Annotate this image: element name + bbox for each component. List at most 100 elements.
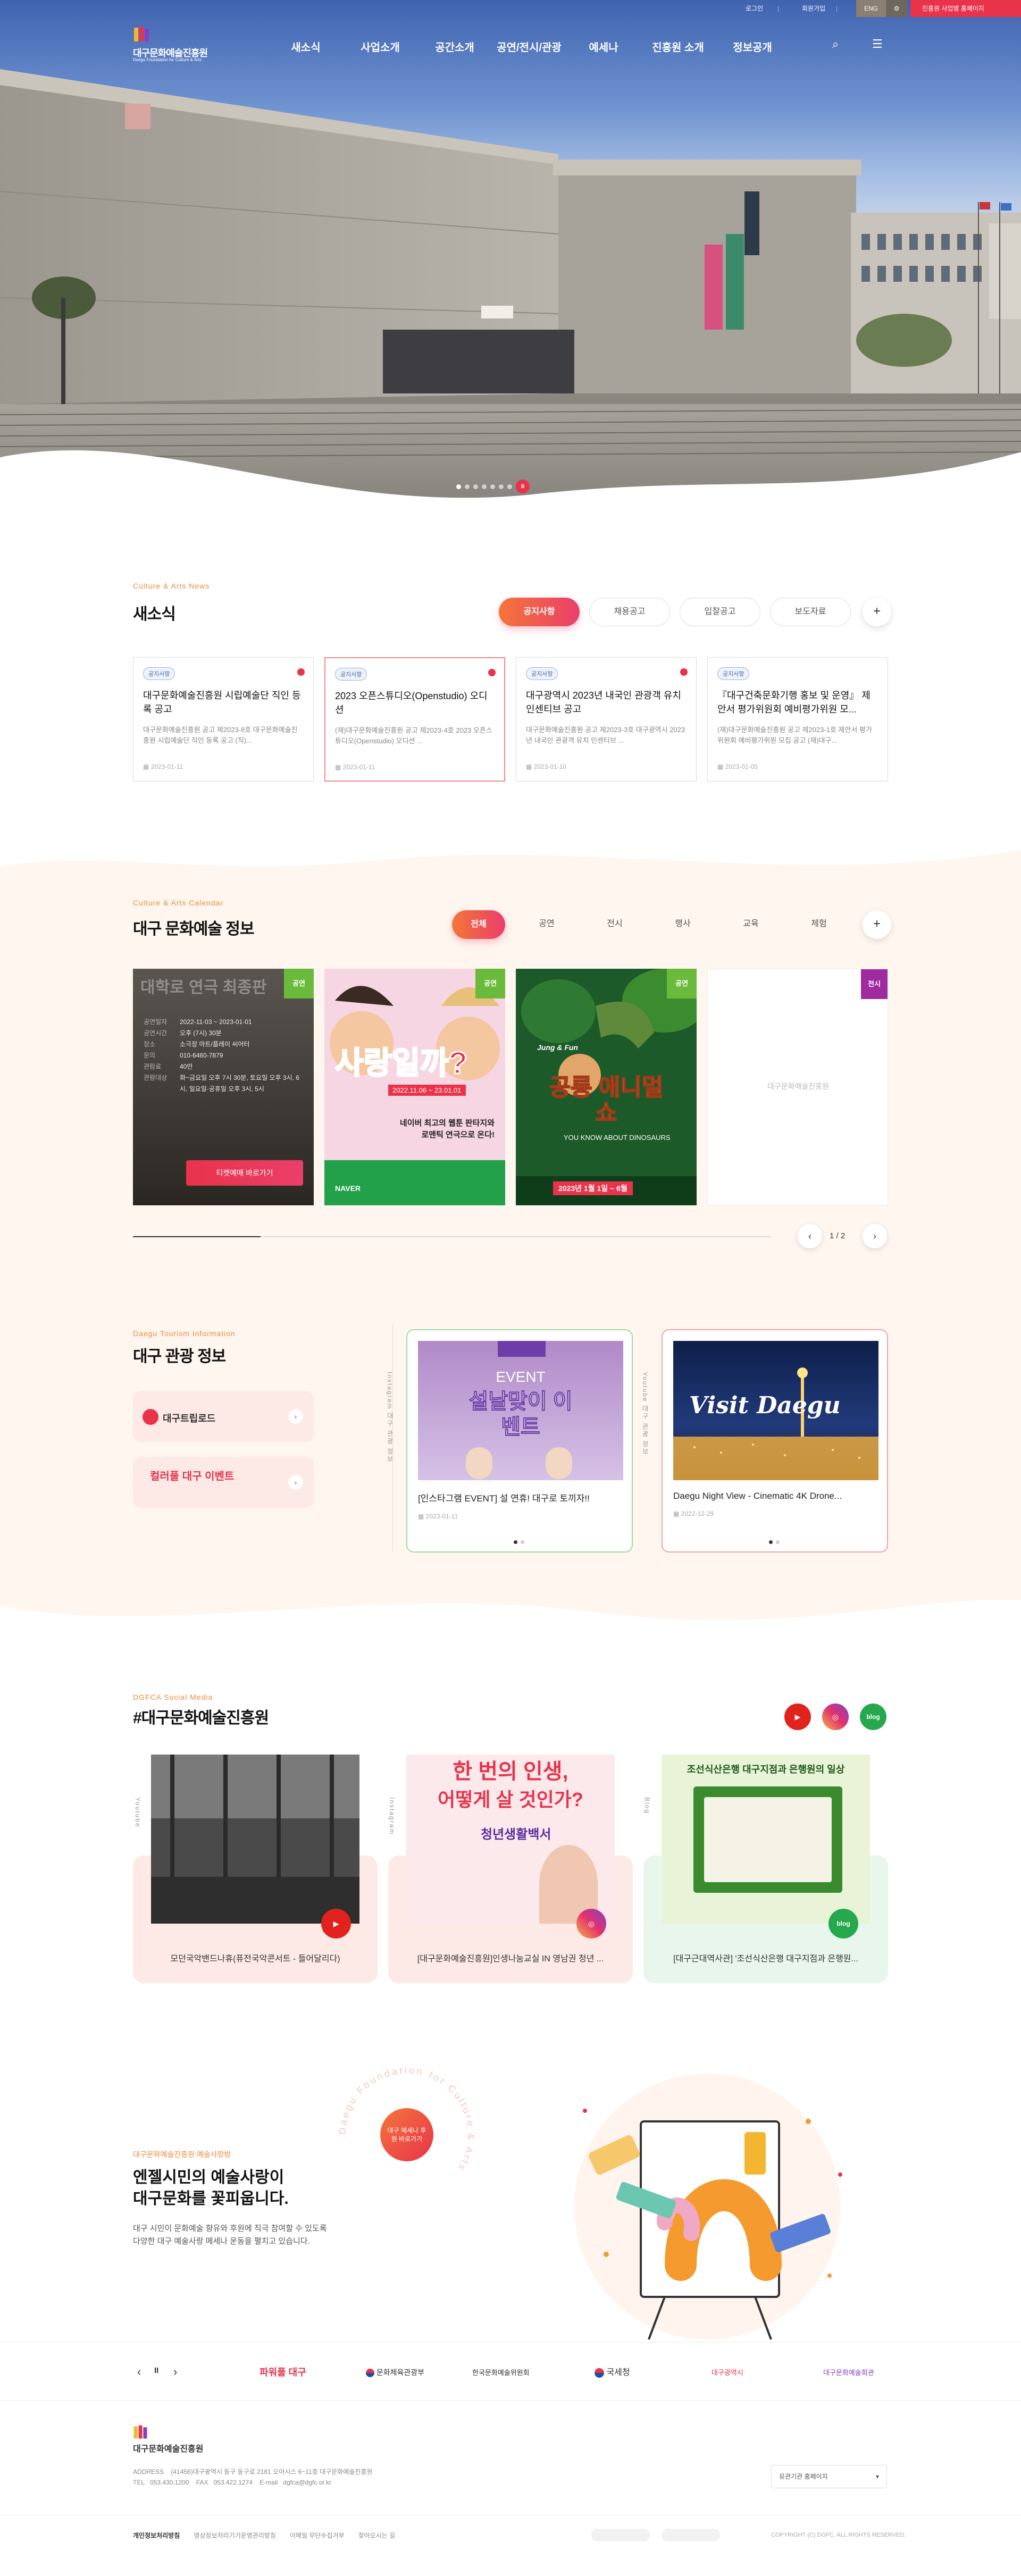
menu-disclosure[interactable]: 정보공개: [715, 39, 790, 54]
carousel-next-button[interactable]: ›: [863, 1224, 887, 1248]
youtube-icon[interactable]: ▶: [784, 1704, 811, 1730]
language-gear-icon[interactable]: ⚙: [886, 0, 907, 17]
tourism-card-instagram[interactable]: EVENT 설날맞이 이벤트 [인스타그램 EVENT] 설 연휴! 대구로 토…: [406, 1329, 633, 1553]
hamburger-menu-icon[interactable]: ☰: [872, 37, 883, 51]
tab-recruit[interactable]: 채용공고: [589, 598, 670, 626]
menu-about[interactable]: 진흥원 소개: [641, 39, 715, 54]
news-card-desc: 대구문화예술진흥원 공고 제2023-3호 대구광역시 2023년 내국인 관광…: [526, 726, 685, 744]
login-link[interactable]: 로그인: [746, 0, 763, 17]
calendar-more-button[interactable]: +: [863, 910, 891, 939]
tab-performance[interactable]: 공연: [520, 910, 573, 939]
colorful-daegu-button[interactable]: 컬러풀 대구 이벤트 ›: [133, 1457, 314, 1508]
ticket-button[interactable]: 티켓예매 바로가기: [186, 1160, 303, 1186]
business-sites-button[interactable]: 진흥원 사업별 홈페이지: [910, 0, 1021, 17]
trip-road-label: 대구트립로드: [163, 1413, 216, 1424]
calendar-icon: ▦: [673, 1510, 681, 1517]
social-image-text: 어떻게 살 것인가?: [438, 1789, 583, 1810]
social-card-title[interactable]: 모던국악밴드나휴(퓨전국악콘서트 - 들어달리다): [133, 1951, 378, 1964]
tab-notice[interactable]: 공지사항: [499, 598, 580, 626]
partner-logo-mcst[interactable]: 문화체육관광부: [366, 2367, 424, 2378]
search-icon[interactable]: ⌕: [832, 37, 839, 51]
event-card[interactable]: 대구문화예술진흥원 전시: [707, 969, 888, 1205]
social-card-title[interactable]: [대구문화예술진흥원]인생나눔교실 IN 영남권 청년 ...: [388, 1951, 633, 1964]
hero-pause-button[interactable]: II: [516, 480, 530, 493]
hero-pager-dot[interactable]: [507, 484, 512, 489]
carousel-prev-button[interactable]: ‹: [798, 1224, 822, 1248]
news-card[interactable]: 공지사항 대구광역시 2023년 내국인 관광객 유치 인센티브 공고 대구문화…: [516, 657, 697, 782]
tourism-card-dots[interactable]: [769, 1540, 780, 1544]
join-link[interactable]: 회원가입: [802, 0, 825, 17]
event-card[interactable]: Jung & Fun 공룡 애니멀 쇼 YOU KNOW ABOUT DINOS…: [516, 969, 697, 1205]
calendar-icon: ▦: [335, 763, 343, 771]
news-card[interactable]: 공지사항 대구문화예술진흥원 시립예술단 직인 등록 공고 대구문화예술진흥원 …: [133, 657, 314, 782]
email-refusal-link[interactable]: 이메일 무단수집거부: [290, 2531, 345, 2540]
partner-logo-nts[interactable]: 국세청: [595, 2365, 630, 2378]
tourism-card-title: [인스타그램 EVENT] 설 연휴! 대구로 토끼자!!: [418, 1493, 590, 1504]
hero-pager-dot[interactable]: [482, 484, 487, 489]
news-eyebrow: Culture & Arts News: [133, 582, 210, 590]
partner-logo-daegu[interactable]: 대구광역시: [712, 2367, 743, 2377]
directions-link[interactable]: 찾아오시는 길: [358, 2531, 396, 2540]
promo-illustration: [542, 2063, 872, 2350]
privacy-policy-link[interactable]: 개인정보처리방침: [133, 2531, 180, 2540]
news-card[interactable]: 공지사항 『대구건축문화기행 홍보 및 운영』 제안서 평가위원회 예비평가위원…: [707, 657, 888, 782]
family-site-select[interactable]: 유관기관 홈페이지 ▾: [771, 2465, 887, 2488]
event-category-tag: 공연: [475, 969, 505, 998]
news-card[interactable]: 공지사항 2023 오픈스튜디오(Openstudio) 오디션 (재)대구문화…: [324, 657, 505, 782]
menu-space[interactable]: 공간소개: [417, 39, 492, 54]
hero-pager-dot[interactable]: [456, 484, 461, 489]
menu-mecenat[interactable]: 예세나: [566, 39, 641, 54]
utility-bar: 로그인 | 회원가입 | ENG ⚙ 진흥원 사업별 홈페이지: [0, 0, 1021, 20]
instagram-icon[interactable]: ◎: [822, 1704, 849, 1730]
tourism-card-dots[interactable]: [514, 1540, 524, 1544]
carousel-progress-track: [133, 1236, 771, 1237]
youtube-vertical-label: Youtube 대구 관광 정보: [641, 1372, 649, 1456]
partner-next-button[interactable]: ›: [173, 2365, 177, 2379]
footer-logo-icon: [133, 2425, 147, 2439]
menu-business[interactable]: 사업소개: [343, 39, 417, 54]
menu-news[interactable]: 새소식: [269, 39, 343, 54]
tourism-card-image-headline: 설날맞이 이벤트: [468, 1390, 573, 1439]
event-card[interactable]: 사랑일까? 2022.11.06 ~ 23.01.01 네이버 최고의 웹툰 판…: [324, 969, 505, 1205]
mecenat-link-button[interactable]: 대구 메세나 후원 바로가기: [380, 2108, 433, 2161]
tab-event[interactable]: 행사: [656, 910, 709, 939]
tab-press[interactable]: 보도자료: [770, 598, 851, 626]
partner-pause-button[interactable]: II: [154, 2366, 158, 2375]
tab-all[interactable]: 전체: [452, 910, 505, 939]
partner-logo-arts-center[interactable]: 대구문화예술회관: [823, 2367, 874, 2377]
logo-icon[interactable]: [133, 26, 151, 44]
news-more-button[interactable]: +: [863, 598, 891, 626]
tourism-card-youtube[interactable]: Visit Daegu Daegu Night View - Cinematic…: [662, 1329, 888, 1553]
tab-bid[interactable]: 입찰공고: [680, 598, 760, 626]
social-card-image[interactable]: 한 번의 인생, 어떻게 살 것인가? 청년생활백서: [406, 1755, 615, 1924]
hero-pager-dot[interactable]: [499, 484, 504, 489]
blog-icon[interactable]: blog: [860, 1704, 886, 1730]
event-card[interactable]: 대학로 연극 최종판 공연 공연일자 2022-11-03 ~ 2023-01-0…: [133, 969, 314, 1205]
partner-logo-arko[interactable]: 한국문화예술위원회: [472, 2367, 530, 2377]
hero-pager-dot[interactable]: [490, 484, 495, 489]
news-card-date: 2023-01-11: [150, 763, 183, 770]
social-card-image[interactable]: [151, 1755, 359, 1924]
certification-mark-icon: [591, 2529, 650, 2541]
partner-logo-powerful-daegu[interactable]: 파워풀 대구: [260, 2365, 306, 2379]
tab-experience[interactable]: 체험: [792, 910, 846, 939]
trip-road-button[interactable]: 대구트립로드 ›: [133, 1391, 314, 1442]
tab-education[interactable]: 교육: [724, 910, 777, 939]
hero-pager[interactable]: II: [456, 480, 530, 493]
main-navigation: 대구문화예술진흥원 Daegu Foundation for Culture &…: [0, 20, 1021, 73]
blog-icon: blog: [828, 1909, 858, 1939]
status-badge: 공지사항: [717, 667, 750, 680]
cctv-policy-link[interactable]: 영상정보처리기기운영관리방침: [194, 2531, 276, 2540]
hero-pager-dot[interactable]: [473, 484, 478, 489]
mecenat-circle-wrapper: Daegu Foundation for Culture & Arts 대구 메…: [330, 2058, 484, 2212]
social-card-image[interactable]: 조선식산은행 대구지점과 은행원의 일상: [662, 1755, 870, 1924]
partner-prev-button[interactable]: ‹: [137, 2365, 141, 2379]
hero-pager-dot[interactable]: [465, 484, 470, 489]
menu-performance[interactable]: 공연/전시/관광: [492, 39, 566, 54]
eng-link[interactable]: ENG: [856, 0, 886, 17]
youtube-icon: ▶: [321, 1909, 351, 1939]
social-eyebrow: DGFCA Social Media: [133, 1693, 213, 1701]
tab-exhibition[interactable]: 전시: [588, 910, 641, 939]
chevron-right-icon: ›: [288, 1409, 303, 1424]
social-card-title[interactable]: [대구근대역사관] '조선식산은행 대구지점과 은행원...: [643, 1951, 888, 1964]
